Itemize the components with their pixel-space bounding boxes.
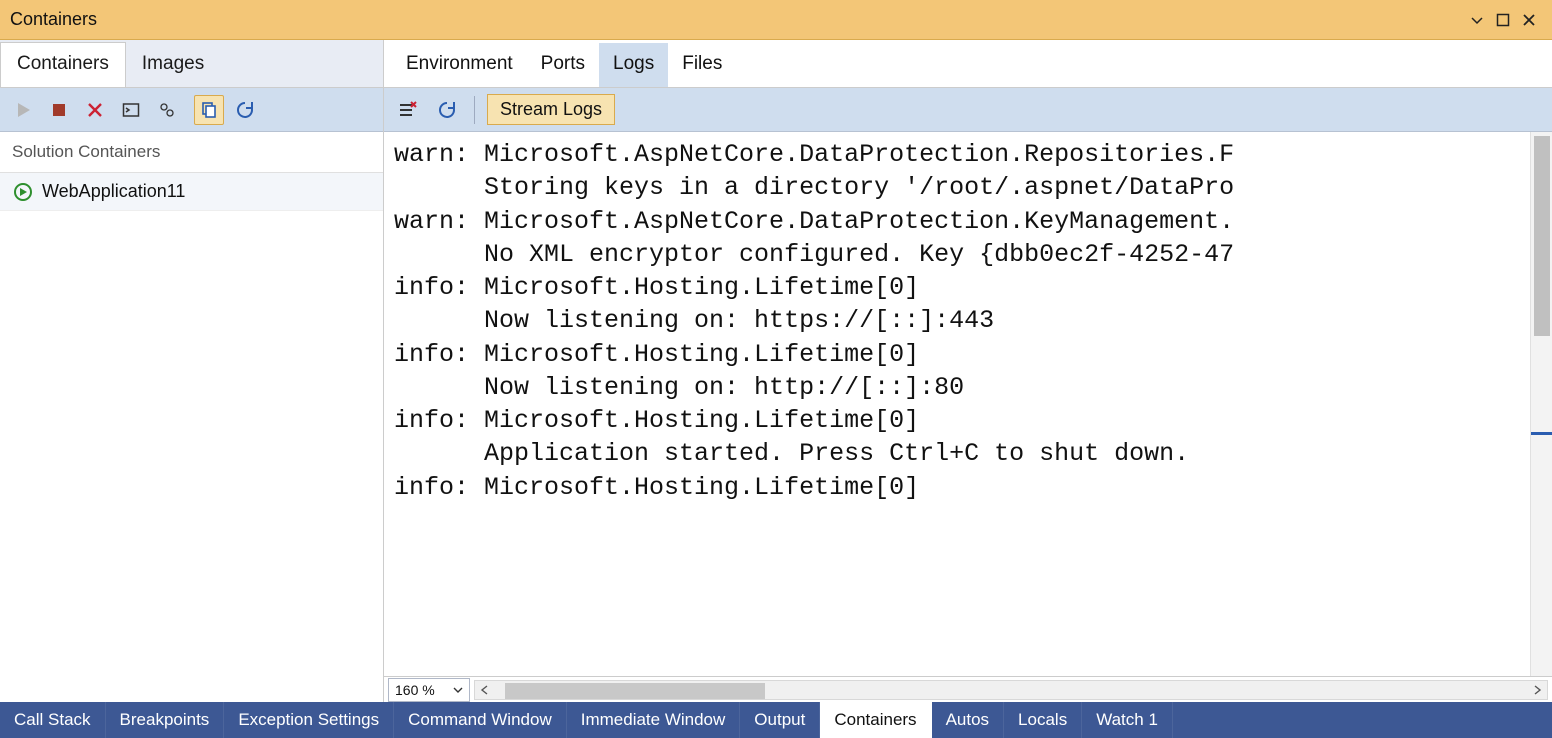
left-panel-tabs: Containers Images	[0, 40, 384, 87]
bt-autos[interactable]: Autos	[932, 702, 1004, 738]
scrollbar-marker	[1531, 432, 1552, 435]
tab-containers[interactable]: Containers	[0, 42, 126, 87]
zoom-row: 160 %	[384, 676, 1552, 702]
body-split: Solution Containers WebApplication11 Str…	[0, 88, 1552, 702]
bottom-tool-window-tabs: Call Stack Breakpoints Exception Setting…	[0, 702, 1552, 738]
left-section-label: Solution Containers	[0, 132, 383, 173]
chevron-down-icon	[453, 685, 463, 695]
bt-command-window[interactable]: Command Window	[394, 702, 567, 738]
tab-environment[interactable]: Environment	[392, 43, 527, 87]
scroll-left-icon[interactable]	[475, 681, 495, 699]
tab-files[interactable]: Files	[668, 43, 736, 87]
hscrollbar-thumb[interactable]	[505, 683, 765, 699]
vertical-scrollbar[interactable]	[1530, 132, 1552, 676]
close-icon[interactable]	[1516, 7, 1542, 33]
bt-output[interactable]: Output	[740, 702, 820, 738]
tab-ports[interactable]: Ports	[527, 43, 599, 87]
bt-breakpoints[interactable]: Breakpoints	[106, 702, 225, 738]
scroll-right-icon[interactable]	[1527, 681, 1547, 699]
delete-icon[interactable]	[80, 95, 110, 125]
container-list-item[interactable]: WebApplication11	[0, 173, 383, 211]
content-tabs: Environment Ports Logs Files	[384, 40, 1552, 87]
zoom-value: 160 %	[395, 682, 435, 698]
upper-row: Containers Images Environment Ports Logs…	[0, 40, 1552, 88]
zoom-select[interactable]: 160 %	[388, 678, 470, 702]
horizontal-scrollbar[interactable]	[474, 680, 1548, 700]
bt-containers[interactable]: Containers	[820, 702, 931, 738]
bt-immediate-window[interactable]: Immediate Window	[567, 702, 741, 738]
refresh-logs-icon[interactable]	[432, 95, 462, 125]
logs-text[interactable]: warn: Microsoft.AspNetCore.DataProtectio…	[384, 132, 1552, 510]
right-panel: Stream Logs warn: Microsoft.AspNetCore.D…	[384, 88, 1552, 702]
bt-watch-1[interactable]: Watch 1	[1082, 702, 1173, 738]
tab-images[interactable]: Images	[126, 43, 220, 87]
terminal-icon[interactable]	[116, 95, 146, 125]
right-toolbar: Stream Logs	[384, 88, 1552, 132]
stop-icon[interactable]	[44, 95, 74, 125]
tab-logs[interactable]: Logs	[599, 43, 668, 87]
left-toolbar	[0, 88, 383, 132]
start-icon[interactable]	[8, 95, 38, 125]
scrollbar-thumb[interactable]	[1534, 136, 1550, 336]
logs-area: warn: Microsoft.AspNetCore.DataProtectio…	[384, 132, 1552, 676]
container-name: WebApplication11	[42, 181, 185, 202]
window-menu-dropdown-icon[interactable]	[1464, 7, 1490, 33]
refresh-icon[interactable]	[230, 95, 260, 125]
left-panel: Solution Containers WebApplication11	[0, 88, 384, 702]
titlebar: Containers	[0, 0, 1552, 40]
toolbar-separator	[474, 96, 475, 124]
clear-logs-icon[interactable]	[392, 95, 422, 125]
settings-icon[interactable]	[152, 95, 182, 125]
bt-exception-settings[interactable]: Exception Settings	[224, 702, 394, 738]
copy-icon[interactable]	[194, 95, 224, 125]
maximize-icon[interactable]	[1490, 7, 1516, 33]
bt-locals[interactable]: Locals	[1004, 702, 1082, 738]
window-title: Containers	[10, 9, 97, 30]
bt-call-stack[interactable]: Call Stack	[0, 702, 106, 738]
running-indicator-icon	[14, 183, 32, 201]
stream-logs-button[interactable]: Stream Logs	[487, 94, 615, 125]
